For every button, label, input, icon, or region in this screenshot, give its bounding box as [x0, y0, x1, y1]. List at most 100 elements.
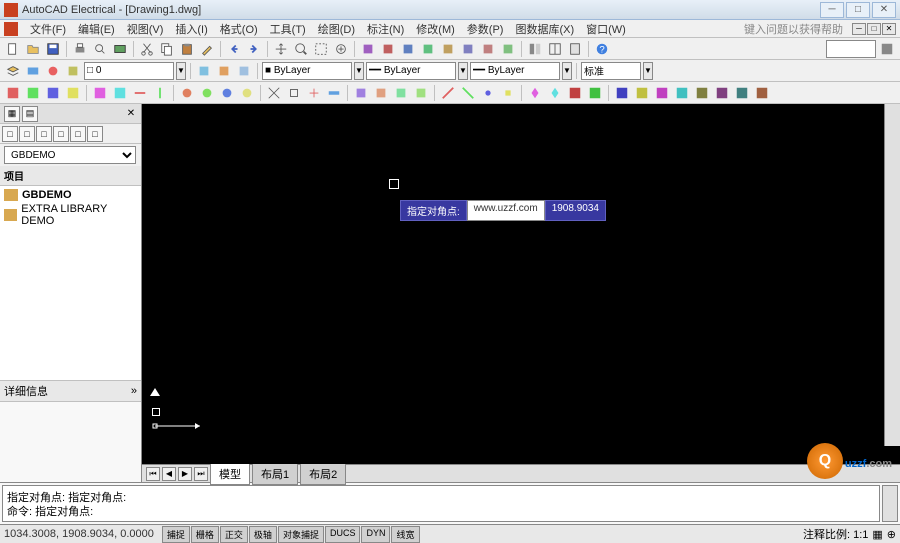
- tree-item-gbdemo[interactable]: GBDEMO: [2, 188, 139, 202]
- cut-icon[interactable]: [138, 40, 156, 58]
- ace-z-icon[interactable]: [546, 84, 564, 102]
- ace-l-icon[interactable]: [238, 84, 256, 102]
- zoom-icon[interactable]: [292, 40, 310, 58]
- panel-close-icon[interactable]: ✕: [125, 108, 137, 120]
- save-icon[interactable]: [44, 40, 62, 58]
- help-text[interactable]: 键入问题以获得帮助: [744, 21, 843, 37]
- panel-btn-1[interactable]: □: [2, 126, 18, 142]
- layer-combo[interactable]: [84, 62, 174, 80]
- details-header[interactable]: 详细信息»: [0, 380, 141, 402]
- panel-btn-6[interactable]: □: [87, 126, 103, 142]
- mdi-restore[interactable]: □: [867, 23, 881, 35]
- ace-g-icon[interactable]: [131, 84, 149, 102]
- panel-btn-2[interactable]: □: [19, 126, 35, 142]
- ace-a-icon[interactable]: [4, 84, 22, 102]
- menu-dimension[interactable]: 标注(N): [361, 19, 410, 39]
- tab-model[interactable]: 模型: [210, 463, 250, 485]
- layerwalk-icon[interactable]: [215, 62, 233, 80]
- mdi-minimize[interactable]: ─: [852, 23, 866, 35]
- status-snap[interactable]: 捕捉: [162, 526, 190, 543]
- ace-y-icon[interactable]: [526, 84, 544, 102]
- tool-f-icon[interactable]: [459, 40, 477, 58]
- status-ducs[interactable]: DUCS: [325, 526, 361, 543]
- designcenter-icon[interactable]: [546, 40, 564, 58]
- print-icon[interactable]: [71, 40, 89, 58]
- ace-u-icon[interactable]: [439, 84, 457, 102]
- layerfreeze-icon[interactable]: [235, 62, 253, 80]
- ace-bb-icon[interactable]: [586, 84, 604, 102]
- ace-dd-icon[interactable]: [633, 84, 651, 102]
- ace-n-icon[interactable]: [285, 84, 303, 102]
- menu-edit[interactable]: 编辑(E): [72, 19, 121, 39]
- menu-modify[interactable]: 修改(M): [410, 19, 461, 39]
- open-icon[interactable]: [24, 40, 42, 58]
- ace-k-icon[interactable]: [218, 84, 236, 102]
- ace-s-icon[interactable]: [392, 84, 410, 102]
- project-tree[interactable]: GBDEMO EXTRA LIBRARY DEMO: [0, 186, 141, 380]
- drawing-area[interactable]: 指定对角点: www.uzzf.com 1908.9034 ⏮ ◀ ▶ ⏭ 模型…: [142, 104, 900, 482]
- ace-o-icon[interactable]: [305, 84, 323, 102]
- properties-icon[interactable]: [526, 40, 544, 58]
- color-combo[interactable]: [262, 62, 352, 80]
- status-ortho[interactable]: 正交: [220, 526, 248, 543]
- style-combo[interactable]: [581, 62, 641, 80]
- preview-icon[interactable]: [91, 40, 109, 58]
- layer-dropdown[interactable]: ▼: [176, 62, 186, 80]
- undo-icon[interactable]: [225, 40, 243, 58]
- maximize-button[interactable]: □: [846, 2, 870, 18]
- zoomprev-icon[interactable]: [332, 40, 350, 58]
- menu-window[interactable]: 窗口(W): [580, 19, 632, 39]
- ace-w-icon[interactable]: [479, 84, 497, 102]
- pan-icon[interactable]: [272, 40, 290, 58]
- copy-icon[interactable]: [158, 40, 176, 58]
- command-input[interactable]: 指定对角点: 指定对角点: 命令: 指定对角点:: [2, 485, 880, 522]
- tool-g-icon[interactable]: [479, 40, 497, 58]
- lineweight-combo[interactable]: [470, 62, 560, 80]
- search-combo[interactable]: [826, 40, 876, 58]
- menu-format[interactable]: 格式(O): [214, 19, 264, 39]
- tool-b-icon[interactable]: [379, 40, 397, 58]
- search-go-icon[interactable]: [878, 40, 896, 58]
- command-scrollbar[interactable]: [882, 485, 898, 522]
- color-dropdown[interactable]: ▼: [354, 62, 364, 80]
- tool-a-icon[interactable]: [359, 40, 377, 58]
- status-polar[interactable]: 极轴: [249, 526, 277, 543]
- menu-insert[interactable]: 插入(I): [169, 19, 213, 39]
- menu-draw[interactable]: 绘图(D): [312, 19, 361, 39]
- panel-btn-3[interactable]: □: [36, 126, 52, 142]
- status-dyn[interactable]: DYN: [361, 526, 390, 543]
- menu-database[interactable]: 图数据库(X): [509, 19, 580, 39]
- ace-jj-icon[interactable]: [753, 84, 771, 102]
- ace-h-icon[interactable]: [151, 84, 169, 102]
- ace-x-icon[interactable]: [499, 84, 517, 102]
- panel-btn-4[interactable]: □: [53, 126, 69, 142]
- linetype-combo[interactable]: [366, 62, 456, 80]
- vertical-scrollbar[interactable]: [884, 104, 900, 446]
- ace-m-icon[interactable]: [265, 84, 283, 102]
- lineweight-dropdown[interactable]: ▼: [562, 62, 572, 80]
- ace-cc-icon[interactable]: [613, 84, 631, 102]
- ace-e-icon[interactable]: [91, 84, 109, 102]
- matchprop-icon[interactable]: [198, 40, 216, 58]
- ace-d-icon[interactable]: [64, 84, 82, 102]
- project-combo[interactable]: GBDEMO: [4, 146, 136, 164]
- panel-tab-2[interactable]: ▤: [22, 106, 38, 122]
- menu-view[interactable]: 视图(V): [121, 19, 170, 39]
- ace-ii-icon[interactable]: [733, 84, 751, 102]
- status-lwt[interactable]: 线宽: [391, 526, 419, 543]
- ace-ff-icon[interactable]: [673, 84, 691, 102]
- publish-icon[interactable]: [111, 40, 129, 58]
- ace-gg-icon[interactable]: [693, 84, 711, 102]
- help-icon[interactable]: ?: [593, 40, 611, 58]
- ace-r-icon[interactable]: [372, 84, 390, 102]
- mdi-close[interactable]: ✕: [882, 23, 896, 35]
- panel-tab-1[interactable]: ▦: [4, 106, 20, 122]
- ace-t-icon[interactable]: [412, 84, 430, 102]
- ace-p-icon[interactable]: [325, 84, 343, 102]
- menu-file[interactable]: 文件(F): [24, 19, 72, 39]
- layerprev-icon[interactable]: [64, 62, 82, 80]
- layeriso-icon[interactable]: [44, 62, 62, 80]
- paste-icon[interactable]: [178, 40, 196, 58]
- tool-c-icon[interactable]: [399, 40, 417, 58]
- tab-nav-prev[interactable]: ◀: [162, 467, 176, 481]
